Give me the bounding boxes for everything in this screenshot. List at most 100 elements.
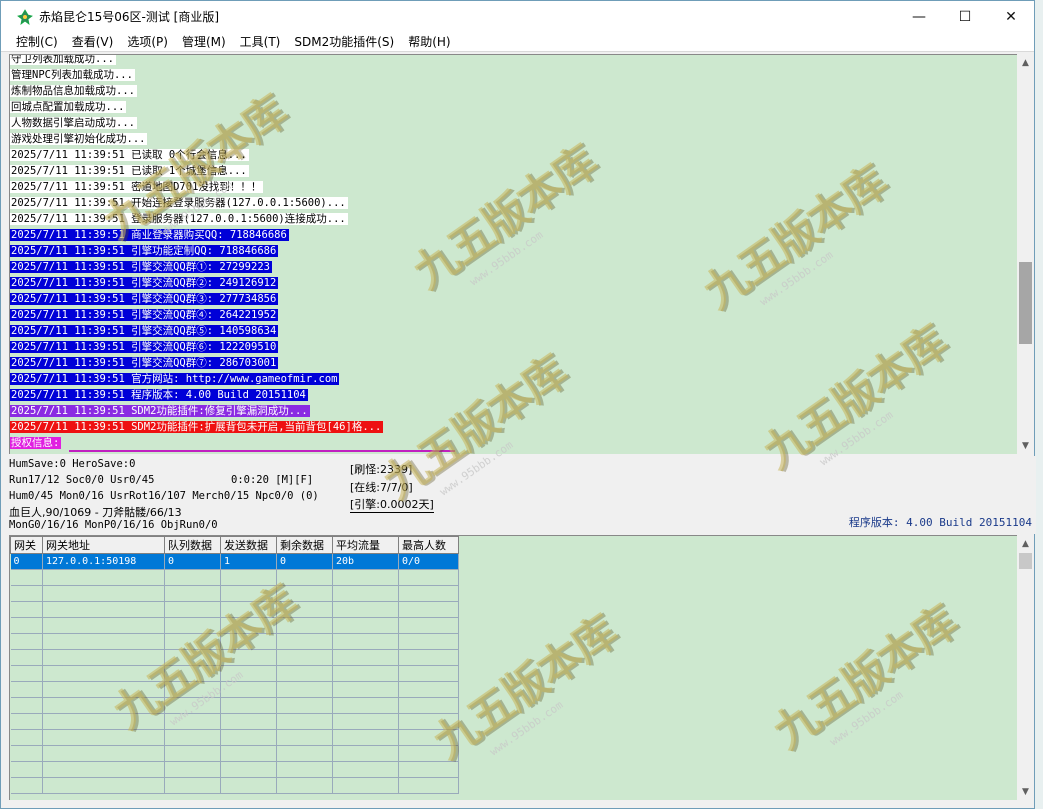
- table-row[interactable]: [10, 761, 459, 778]
- table-row[interactable]: [10, 601, 459, 618]
- minimize-button[interactable]: —: [896, 1, 942, 32]
- table-row[interactable]: [10, 633, 459, 650]
- table-cell: [220, 697, 277, 714]
- title-bar[interactable]: 赤焰昆仑15号06区-测试 [商业版] — ☐ ✕: [1, 1, 1034, 32]
- app-icon: [17, 8, 33, 25]
- log-line: 炼制物品信息加载成功...: [10, 83, 1017, 99]
- table-cell: [10, 729, 43, 746]
- log-line-text: 2025/7/11 11:39:51 引擎交流QQ群①: 27299223: [10, 261, 272, 273]
- menu-help[interactable]: 帮助(H): [401, 33, 457, 50]
- log-line-text: 2025/7/11 11:39:51 引擎交流QQ群⑥: 122209510: [10, 341, 279, 353]
- table-cell: [332, 649, 399, 666]
- log-line-text: 2025/7/11 11:39:51 已读取 0个行会信息...: [10, 149, 249, 161]
- table-row[interactable]: [10, 713, 459, 730]
- online-count-label: [在线:7/7/0]: [350, 481, 413, 494]
- column-header[interactable]: 队列数据: [164, 536, 221, 554]
- table-cell: [398, 633, 459, 650]
- table-cell: [220, 569, 277, 586]
- table-row[interactable]: [10, 665, 459, 682]
- table-row[interactable]: [10, 777, 459, 794]
- column-header[interactable]: 最高人数: [398, 536, 459, 554]
- table-cell: [398, 761, 459, 778]
- table-cell: [276, 569, 333, 586]
- menu-sdm2-plugin[interactable]: SDM2功能插件(S): [287, 33, 401, 50]
- table-row[interactable]: [10, 681, 459, 698]
- table-cell: [42, 729, 165, 746]
- column-header[interactable]: 剩余数据: [276, 536, 333, 554]
- table-cell: [332, 745, 399, 762]
- menu-tools[interactable]: 工具(T): [233, 33, 288, 50]
- log-line: 2025/7/11 11:39:51 密道地图D701没找到！！！: [10, 179, 1017, 195]
- table-row[interactable]: [10, 585, 459, 602]
- menu-manage[interactable]: 管理(M): [175, 33, 233, 50]
- table-cell: [10, 665, 43, 682]
- table-cell: [164, 665, 221, 682]
- log-line-text: 2025/7/11 11:39:51 引擎交流QQ群⑤: 140598634: [10, 325, 279, 337]
- grid-scroll-up-icon[interactable]: ▲: [1017, 535, 1034, 552]
- log-line: 2025/7/11 11:39:51 引擎交流QQ群①: 27299223: [10, 259, 1017, 275]
- log-line-text: 2025/7/11 11:39:51 引擎交流QQ群③: 277734856: [10, 293, 279, 305]
- log-scroll-thumb[interactable]: [1019, 262, 1032, 344]
- grid-scrollbar[interactable]: ▲ ▼: [1017, 535, 1034, 800]
- log-line-text: 2025/7/11 11:39:51 引擎功能定制QQ: 718846686: [10, 245, 279, 257]
- table-row[interactable]: 0 127.0.0.1:50198 0 1 0 20b 0/0: [10, 553, 459, 570]
- table-cell: [164, 729, 221, 746]
- window-title: 赤焰昆仑15号06区-测试 [商业版]: [39, 10, 220, 24]
- table-cell: [164, 745, 221, 762]
- maximize-button[interactable]: ☐: [942, 1, 988, 32]
- scroll-up-icon[interactable]: ▲: [1017, 54, 1034, 71]
- grid-scroll-thumb[interactable]: [1019, 553, 1032, 569]
- table-cell: [10, 617, 43, 634]
- table-cell: [398, 585, 459, 602]
- log-line-text: 2025/7/11 11:39:51 SDM2功能插件:扩展背包未开启,当前背包…: [10, 421, 384, 433]
- table-cell: 0: [164, 553, 221, 570]
- table-row[interactable]: [10, 617, 459, 634]
- menu-control[interactable]: 控制(C): [9, 33, 65, 50]
- scroll-down-icon[interactable]: ▼: [1017, 437, 1034, 454]
- table-cell: [10, 681, 43, 698]
- log-line-text: 授权信息:: [10, 437, 62, 449]
- table-cell: [332, 697, 399, 714]
- table-cell: [42, 681, 165, 698]
- menu-options[interactable]: 选项(P): [120, 33, 175, 50]
- gateway-grid[interactable]: 网关 网关地址 队列数据 发送数据 剩余数据 平均流量 最高人数 0 127.0.0.1:50…: [9, 535, 1017, 800]
- table-cell: [42, 569, 165, 586]
- table-cell: [220, 745, 277, 762]
- license-underline: [69, 450, 455, 452]
- log-line: 2025/7/11 11:39:51 开始连接登录服务器(127.0.0.1:5…: [10, 195, 1017, 211]
- log-line: 2025/7/11 11:39:51 程序版本: 4.00 Build 2015…: [10, 387, 1017, 403]
- grid-scroll-down-icon[interactable]: ▼: [1017, 783, 1034, 800]
- table-cell: 127.0.0.1:50198: [42, 553, 165, 570]
- table-row[interactable]: [10, 697, 459, 714]
- column-header[interactable]: 平均流量: [332, 536, 399, 554]
- close-button[interactable]: ✕: [988, 1, 1034, 32]
- menu-view[interactable]: 查看(V): [65, 33, 121, 50]
- table-row[interactable]: [10, 569, 459, 586]
- log-line-text: 回城点配置加载成功...: [10, 101, 127, 113]
- column-header[interactable]: 网关地址: [42, 536, 165, 554]
- table-cell: [42, 697, 165, 714]
- table-cell: [42, 761, 165, 778]
- table-cell: [276, 601, 333, 618]
- table-cell: [220, 713, 277, 730]
- log-line: 2025/7/11 11:39:51 引擎交流QQ群③: 277734856: [10, 291, 1017, 307]
- column-header[interactable]: 网关: [10, 536, 43, 554]
- table-cell: [10, 601, 43, 618]
- log-line: 2025/7/11 11:39:51 官方网站: http://www.game…: [10, 371, 1017, 387]
- log-line-text: 2025/7/11 11:39:51 官方网站: http://www.game…: [10, 373, 340, 385]
- table-row[interactable]: [10, 745, 459, 762]
- column-header[interactable]: 发送数据: [220, 536, 277, 554]
- table-row[interactable]: [10, 729, 459, 746]
- table-cell: [42, 585, 165, 602]
- log-scrollbar[interactable]: ▲ ▼: [1017, 54, 1034, 454]
- table-cell: [398, 649, 459, 666]
- table-cell: [42, 713, 165, 730]
- table-cell: [276, 617, 333, 634]
- server-window: 赤焰昆仑15号06区-测试 [商业版] — ☐ ✕ 控制(C) 查看(V) 选项…: [0, 0, 1036, 809]
- table-row[interactable]: [10, 649, 459, 666]
- table-cell: [10, 633, 43, 650]
- log-panel[interactable]: 守卫列表加载成功... 管理NPC列表加载成功... 炼制物品信息加载成功... 回城…: [9, 54, 1017, 454]
- log-line-text: 管理NPC列表加载成功...: [10, 69, 135, 81]
- table-cell: [42, 649, 165, 666]
- log-line-text: 游戏处理引擎初始化成功...: [10, 133, 148, 145]
